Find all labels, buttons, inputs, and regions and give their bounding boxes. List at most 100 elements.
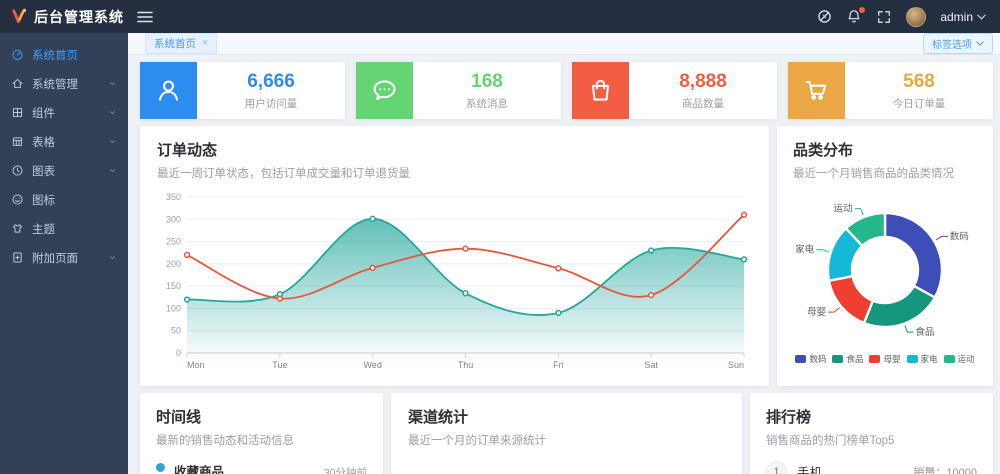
- circle-slash-icon[interactable]: [816, 9, 832, 25]
- user-menu[interactable]: admin: [940, 10, 986, 24]
- menu-toggle-button[interactable]: [137, 10, 153, 24]
- channel-stats-card: 渠道统计 最近一个月的订单来源统计: [391, 393, 742, 474]
- bell-icon[interactable]: [846, 9, 862, 25]
- chevron-down-icon: [108, 108, 117, 117]
- sidebar-item-components[interactable]: 组件: [0, 98, 128, 127]
- ranking-item: 1 手机 销量：10000: [766, 461, 977, 474]
- card-title: 排行榜: [766, 406, 977, 427]
- sidebar-item-icons[interactable]: 图标: [0, 185, 128, 214]
- chevron-down-icon: [108, 137, 117, 146]
- legend-label: 运动: [958, 353, 975, 365]
- stat-label: 商品数量: [682, 96, 724, 111]
- legend-swatch: [944, 355, 955, 363]
- rank-badge: 1: [766, 461, 787, 474]
- tab-label: 系统首页: [154, 36, 196, 51]
- svg-text:家电: 家电: [795, 244, 815, 256]
- category-donut-chart[interactable]: 数码食品母婴家电运动: [793, 184, 977, 350]
- legend-item-2[interactable]: 食品: [832, 353, 863, 365]
- svg-text:Tue: Tue: [272, 360, 287, 370]
- legend-label: 家电: [921, 353, 938, 365]
- stat-cards-row: 6,666 用户访问量 168 系统消息 8,888 商品数量 568 今日订单…: [140, 62, 993, 119]
- stat-card-2[interactable]: 168 系统消息: [356, 62, 561, 119]
- smile-icon: [11, 193, 24, 206]
- tag-options-label: 标签选项: [932, 36, 972, 51]
- card-subtitle: 最近一个月销售商品的品类情况: [793, 165, 977, 181]
- svg-text:0: 0: [176, 348, 181, 358]
- svg-text:Mon: Mon: [187, 360, 205, 370]
- svg-text:数码: 数码: [950, 230, 969, 242]
- ranking-item-name: 手机: [797, 462, 822, 474]
- tag-options-button[interactable]: 标签选项: [923, 33, 993, 54]
- svg-text:Fri: Fri: [553, 360, 564, 370]
- donut-legend: 数码食品 母婴 家电 运动: [793, 353, 977, 365]
- docplus-icon: [11, 251, 24, 264]
- svg-text:母婴: 母婴: [807, 307, 826, 318]
- sidebar-item-label: 系统首页: [32, 47, 78, 63]
- app-title: 后台管理系统: [34, 7, 124, 27]
- legend-swatch: [907, 355, 918, 363]
- chevron-down-icon: [108, 79, 117, 88]
- timeline-list: 收藏商品 30分钟前 xxx收藏了你的商品，就是不买: [156, 461, 367, 474]
- order-dynamics-chart[interactable]: 050100150200250300350MonTueWedThuFriSatS…: [157, 187, 752, 377]
- card-title: 时间线: [156, 406, 367, 427]
- legend-label: 母婴: [883, 353, 900, 365]
- svg-text:Sat: Sat: [644, 360, 658, 370]
- sidebar-item-label: 附加页面: [32, 250, 78, 266]
- tab-home[interactable]: 系统首页 ×: [145, 33, 217, 54]
- username-label: admin: [940, 10, 973, 24]
- sidebar-item-home[interactable]: 系统首页: [0, 40, 128, 69]
- app-header: 后台管理系统 admin: [0, 0, 1000, 33]
- legend-item-3[interactable]: 母婴: [869, 353, 900, 365]
- card-subtitle: 销售商品的热门榜单Top5: [766, 432, 977, 448]
- sidebar-item-tables[interactable]: 表格: [0, 127, 128, 156]
- svg-text:运动: 运动: [834, 204, 853, 215]
- legend-item-4[interactable]: 家电: [907, 353, 938, 365]
- clock-icon: [11, 164, 24, 177]
- legend-swatch: [795, 355, 806, 363]
- svg-text:200: 200: [166, 259, 181, 269]
- stat-value: 168: [471, 71, 503, 93]
- sidebar-item-charts[interactable]: 图表: [0, 156, 128, 185]
- sidebar-item-theme[interactable]: 主题: [0, 214, 128, 243]
- bottom-row: 时间线 最新的销售动态和活动信息 收藏商品 30分钟前 xxx收藏了你的商品，就…: [140, 393, 993, 474]
- stat-card-1[interactable]: 6,666 用户访问量: [140, 62, 345, 119]
- timeline-item-title: 收藏商品: [174, 461, 224, 474]
- hamburger-icon: [137, 10, 153, 24]
- chevron-down-icon: [108, 253, 117, 262]
- card-title: 渠道统计: [408, 406, 725, 427]
- card-subtitle: 最近一个月的订单来源统计: [408, 432, 725, 448]
- legend-item-5[interactable]: 运动: [944, 353, 975, 365]
- sidebar-item-label: 主题: [32, 221, 55, 237]
- cart-icon: [788, 62, 845, 119]
- ranking-card: 排行榜 销售商品的热门榜单Top5 1 手机 销量：10000: [750, 393, 993, 474]
- svg-text:Thu: Thu: [458, 360, 474, 370]
- timeline-item-time: 30分钟前: [324, 465, 367, 474]
- avatar[interactable]: [906, 7, 926, 27]
- legend-item-1[interactable]: 数码: [795, 353, 826, 365]
- fullscreen-icon[interactable]: [876, 9, 892, 25]
- svg-text:100: 100: [166, 303, 181, 313]
- page-content: 6,666 用户访问量 168 系统消息 8,888 商品数量 568 今日订单…: [128, 55, 1000, 474]
- card-title: 订单动态: [157, 139, 752, 160]
- tab-close-icon[interactable]: ×: [202, 38, 208, 49]
- sidebar-item-system[interactable]: 系统管理: [0, 69, 128, 98]
- sidebar-item-label: 图标: [32, 192, 55, 208]
- stat-label: 今日订单量: [893, 96, 946, 111]
- table-icon: [11, 135, 24, 148]
- svg-text:150: 150: [166, 281, 181, 291]
- timeline-item: 收藏商品 30分钟前 xxx收藏了你的商品，就是不买: [156, 461, 367, 474]
- dashboard-icon: [11, 48, 24, 61]
- stat-info: 6,666 用户访问量: [197, 62, 345, 119]
- order-dynamics-card: 订单动态 最近一周订单状态，包括订单成交量和订单退货量 050100150200…: [140, 126, 769, 386]
- sidebar-item-label: 表格: [32, 134, 55, 150]
- timeline-rail: [156, 461, 165, 474]
- card-subtitle: 最近一周订单状态，包括订单成交量和订单退货量: [157, 165, 752, 181]
- sidebar-item-extra-pages[interactable]: 附加页面: [0, 243, 128, 272]
- stat-label: 系统消息: [466, 96, 508, 111]
- legend-swatch: [869, 355, 880, 363]
- stat-card-3[interactable]: 8,888 商品数量: [572, 62, 777, 119]
- stat-card-4[interactable]: 568 今日订单量: [788, 62, 993, 119]
- sidebar-menu: 系统首页系统管理 组件 表格 图表 图标主题附加页面: [0, 40, 128, 272]
- ranking-list: 1 手机 销量：10000: [766, 461, 977, 474]
- grid-icon: [11, 106, 24, 119]
